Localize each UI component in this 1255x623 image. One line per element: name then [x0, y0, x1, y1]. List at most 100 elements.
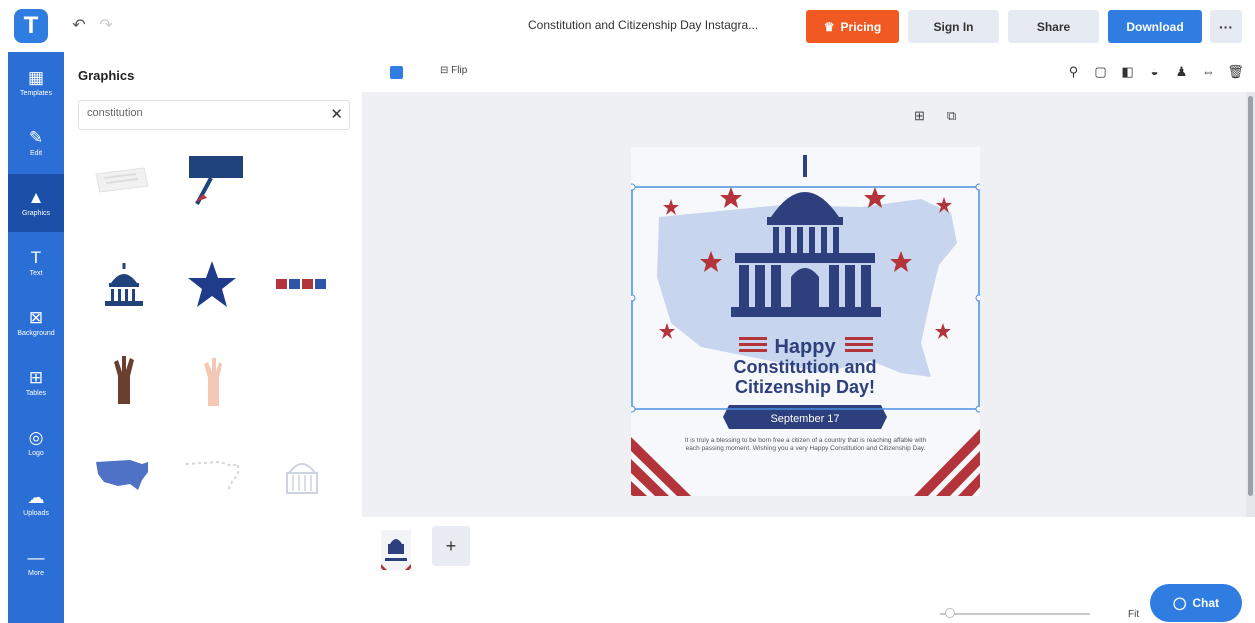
star-graphic: [188, 261, 236, 307]
nav-item-graphics[interactable]: ▲ Graphics: [8, 174, 64, 232]
link-icon[interactable]: ⇔: [1201, 63, 1216, 80]
resize-handle-ml: [631, 294, 636, 302]
more-options-button[interactable]: ···: [1210, 10, 1242, 43]
pencil-icon: ✎: [28, 128, 44, 147]
opacity-icon[interactable]: ◒: [1147, 63, 1162, 80]
headline-happy: Happy: [774, 336, 836, 358]
graphic-thumb-quill-banner[interactable]: [172, 144, 252, 224]
nav-label: Templates: [20, 90, 52, 97]
nav-item-background[interactable]: ⊠ Background: [8, 294, 64, 352]
flip-label: Flip: [451, 65, 468, 76]
headline-constitution: Constitution and: [734, 357, 877, 377]
design-artwork: Happy Constitution and Citizenship Day! …: [631, 147, 980, 496]
graphic-thumb-raised-hand-dark[interactable]: [84, 338, 164, 418]
background-icon: ⊠: [28, 308, 44, 327]
nav-item-logo[interactable]: ◎ Logo: [8, 414, 64, 472]
copy-page-icon[interactable]: ⧉: [947, 108, 956, 124]
nav-label: More: [28, 570, 44, 577]
flags-graphic: [276, 279, 326, 289]
add-page-icon[interactable]: ⊞: [914, 108, 925, 124]
nav-label: Uploads: [23, 510, 49, 517]
toolbar-actions: ⚲ ▢ ◧ ◒ ♟ ⇔ 🗑: [1066, 63, 1244, 80]
more-icon: —: [27, 548, 45, 567]
left-nav: ▦ Templates ✎ Edit ▲ Graphics T Text ⊠ B…: [8, 52, 64, 623]
text-icon: T: [30, 248, 42, 267]
share-button[interactable]: Share: [1008, 10, 1099, 43]
trash-icon[interactable]: 🗑: [1227, 63, 1244, 80]
capitol-graphic: [105, 263, 143, 306]
pricing-label: Pricing: [840, 19, 882, 34]
flip-button[interactable]: ⊟ Flip: [440, 65, 467, 76]
graphic-thumb-raised-hand-light[interactable]: [172, 338, 252, 418]
pricing-button[interactable]: ♛ Pricing: [806, 10, 899, 43]
templates-icon: ▦: [27, 68, 45, 87]
canvas-toolbar: ⊟ Flip ⚲ ▢ ◧ ◒ ♟ ⇔ 🗑: [362, 52, 1255, 92]
usa-map-graphic: [96, 460, 148, 490]
graphic-thumb-usa-map[interactable]: [82, 434, 162, 514]
document-title[interactable]: Constitution and Citizenship Day Instagr…: [528, 18, 783, 32]
page-thumbnail[interactable]: [378, 527, 414, 573]
graphics-panel: Graphics ✕: [64, 52, 362, 623]
logo-icon: ◎: [28, 428, 44, 447]
graphic-thumb-flags-row[interactable]: [262, 244, 342, 324]
nav-item-tables[interactable]: ⊞ Tables: [8, 354, 64, 412]
close-icon[interactable]: ✕: [330, 105, 343, 123]
parchment-graphic: [95, 167, 149, 193]
graphic-thumb-capitol-outline[interactable]: [262, 434, 342, 514]
raised-hand-light-graphic: [204, 358, 222, 406]
nav-item-uploads[interactable]: ☁ Uploads: [8, 474, 64, 532]
capitol-outline-graphic: [286, 463, 318, 494]
fit-button[interactable]: Fit: [1128, 609, 1139, 620]
resize-handle-br: [975, 405, 980, 413]
zoom-slider-knob[interactable]: [945, 608, 955, 618]
chat-bubble-icon: ◯: [1172, 596, 1187, 610]
chat-button[interactable]: ◯ Chat: [1150, 584, 1242, 622]
undo-icon[interactable]: ↶: [68, 14, 90, 36]
resize-handle-tl: [631, 183, 636, 191]
resize-handle-bl: [631, 405, 636, 413]
upload-icon: ☁: [27, 488, 45, 507]
panel-title: Graphics: [78, 68, 135, 83]
graphic-thumb-capitol[interactable]: [84, 244, 164, 324]
table-icon: ⊞: [28, 368, 44, 387]
add-page-button[interactable]: +: [432, 526, 470, 566]
search-box: ✕: [78, 100, 350, 130]
color-swatch-icon[interactable]: [390, 66, 403, 79]
bottom-bar: +: [362, 517, 1255, 623]
graphic-thumb-constitution-doc[interactable]: [82, 140, 162, 220]
crown-icon: ♛: [823, 19, 835, 34]
nav-item-edit[interactable]: ✎ Edit: [8, 114, 64, 172]
scrollbar-thumb[interactable]: [1248, 96, 1253, 496]
flip-icon: ⊟: [440, 65, 452, 76]
redo-icon[interactable]: ↷: [95, 14, 117, 36]
chat-label: Chat: [1192, 596, 1220, 610]
download-button[interactable]: Download: [1108, 10, 1202, 43]
graphic-thumb-usa-outline[interactable]: [172, 434, 252, 514]
format-painter-icon[interactable]: ⚲: [1066, 63, 1081, 80]
layers-icon[interactable]: ◧: [1120, 63, 1135, 80]
zoom-slider-track[interactable]: [940, 613, 1090, 615]
date-text: September 17: [770, 413, 839, 425]
nav-label: Edit: [29, 150, 43, 157]
resize-handle-tr: [975, 183, 980, 191]
nav-item-more[interactable]: — More: [8, 534, 64, 592]
body-text-container: It is truly a blessing to be born free a…: [684, 437, 927, 452]
top-bar: T ↶ ↷ Constitution and Citizenship Day I…: [0, 0, 1255, 52]
app-root: T ↶ ↷ Constitution and Citizenship Day I…: [0, 0, 1255, 623]
lock-icon[interactable]: ♟: [1174, 63, 1189, 80]
search-input[interactable]: [87, 107, 317, 119]
sign-in-button[interactable]: Sign In: [908, 10, 999, 43]
duplicate-icon[interactable]: ▢: [1093, 63, 1108, 80]
page-tools: ⊞ ⧉: [914, 108, 956, 124]
app-logo[interactable]: T: [14, 9, 48, 43]
raised-hand-graphic: [114, 356, 134, 404]
vertical-scrollbar[interactable]: [1246, 92, 1255, 517]
design-page[interactable]: Happy Constitution and Citizenship Day! …: [631, 147, 980, 496]
resize-handle-mr: [975, 294, 980, 302]
body-text: It is truly a blessing to be born free a…: [684, 437, 927, 452]
graphic-thumb-star[interactable]: [172, 244, 252, 324]
headline-citizenship: Citizenship Day!: [735, 377, 875, 397]
nav-item-text[interactable]: T Text: [8, 234, 64, 292]
nav-item-templates[interactable]: ▦ Templates: [8, 54, 64, 112]
nav-label: Logo: [28, 450, 44, 457]
